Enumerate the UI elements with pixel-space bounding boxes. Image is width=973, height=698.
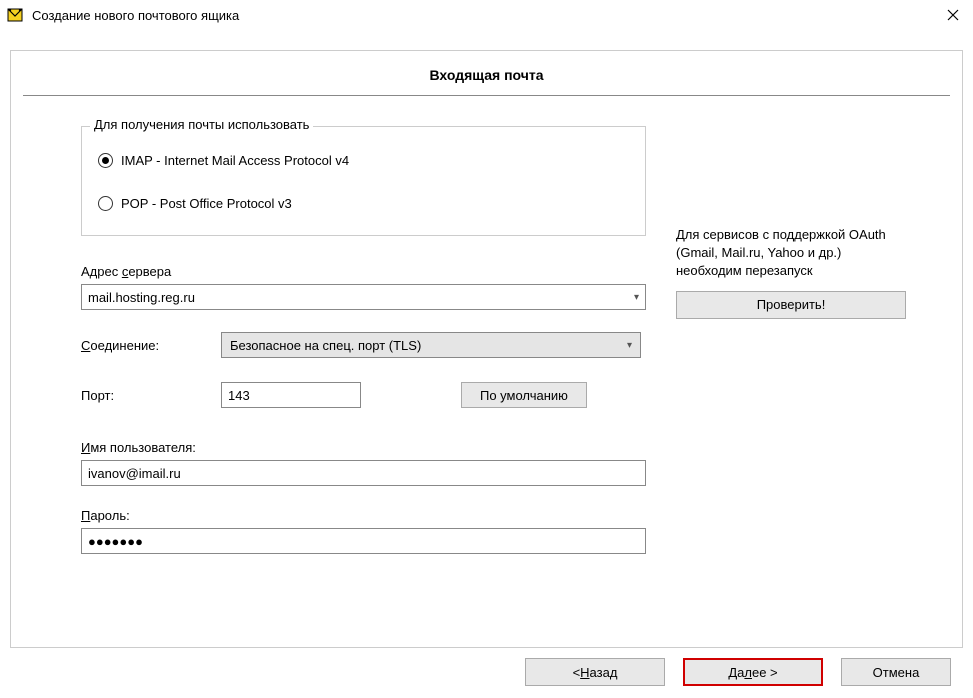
server-combo[interactable]: mail.hosting.reg.ru ▾ (81, 284, 646, 310)
next-button[interactable]: Далее > (683, 658, 823, 686)
content-area: Для получения почты использовать IMAP - … (11, 126, 962, 576)
side-column: Для сервисов с поддержкой OAuth (Gmail, … (646, 126, 906, 576)
oauth-hint: Для сервисов с поддержкой OAuth (Gmail, … (676, 226, 906, 281)
radio-imap[interactable]: IMAP - Internet Mail Access Protocol v4 (98, 153, 629, 168)
divider (23, 95, 950, 96)
form-column: Для получения почты использовать IMAP - … (81, 126, 646, 576)
protocol-legend: Для получения почты использовать (90, 117, 313, 132)
username-input[interactable] (81, 460, 646, 486)
app-icon (6, 6, 24, 24)
server-value: mail.hosting.reg.ru (88, 290, 634, 305)
chevron-down-icon: ▾ (627, 340, 632, 351)
connection-row: Соединение: Безопасное на спец. порт (TL… (81, 332, 646, 358)
connection-combo[interactable]: Безопасное на спец. порт (TLS) ▾ (221, 332, 641, 358)
server-group: Адрес сервера mail.hosting.reg.ru ▾ (81, 264, 646, 310)
verify-button[interactable]: Проверить! (676, 291, 906, 319)
window-title: Создание нового почтового ящика (32, 8, 933, 23)
protocol-fieldset: Для получения почты использовать IMAP - … (81, 126, 646, 236)
wizard-panel: Входящая почта Для получения почты испол… (10, 50, 963, 648)
port-input[interactable] (221, 382, 361, 408)
cancel-button[interactable]: Отмена (841, 658, 951, 686)
close-button[interactable] (933, 0, 973, 30)
chevron-down-icon: ▾ (634, 292, 639, 303)
password-label: Пароль: (81, 508, 646, 523)
titlebar: Создание нового почтового ящика (0, 0, 973, 30)
radio-icon (98, 196, 113, 211)
port-default-button[interactable]: По умолчанию (461, 382, 587, 408)
radio-pop-label: POP - Post Office Protocol v3 (121, 196, 292, 211)
radio-imap-label: IMAP - Internet Mail Access Protocol v4 (121, 153, 349, 168)
server-label: Адрес сервера (81, 264, 646, 279)
username-label: Имя пользователя: (81, 440, 646, 455)
connection-value: Безопасное на спец. порт (TLS) (230, 338, 627, 353)
wizard-footer: < Назад Далее > Отмена (525, 658, 951, 686)
page-title: Входящая почта (11, 51, 962, 95)
password-group: Пароль: (81, 508, 646, 554)
port-label: Порт: (81, 388, 221, 403)
port-row: Порт: По умолчанию (81, 382, 646, 408)
radio-pop[interactable]: POP - Post Office Protocol v3 (98, 196, 629, 211)
radio-icon (98, 153, 113, 168)
password-input[interactable] (81, 528, 646, 554)
connection-label: Соединение: (81, 338, 221, 353)
back-button[interactable]: < Назад (525, 658, 665, 686)
username-group: Имя пользователя: (81, 440, 646, 486)
